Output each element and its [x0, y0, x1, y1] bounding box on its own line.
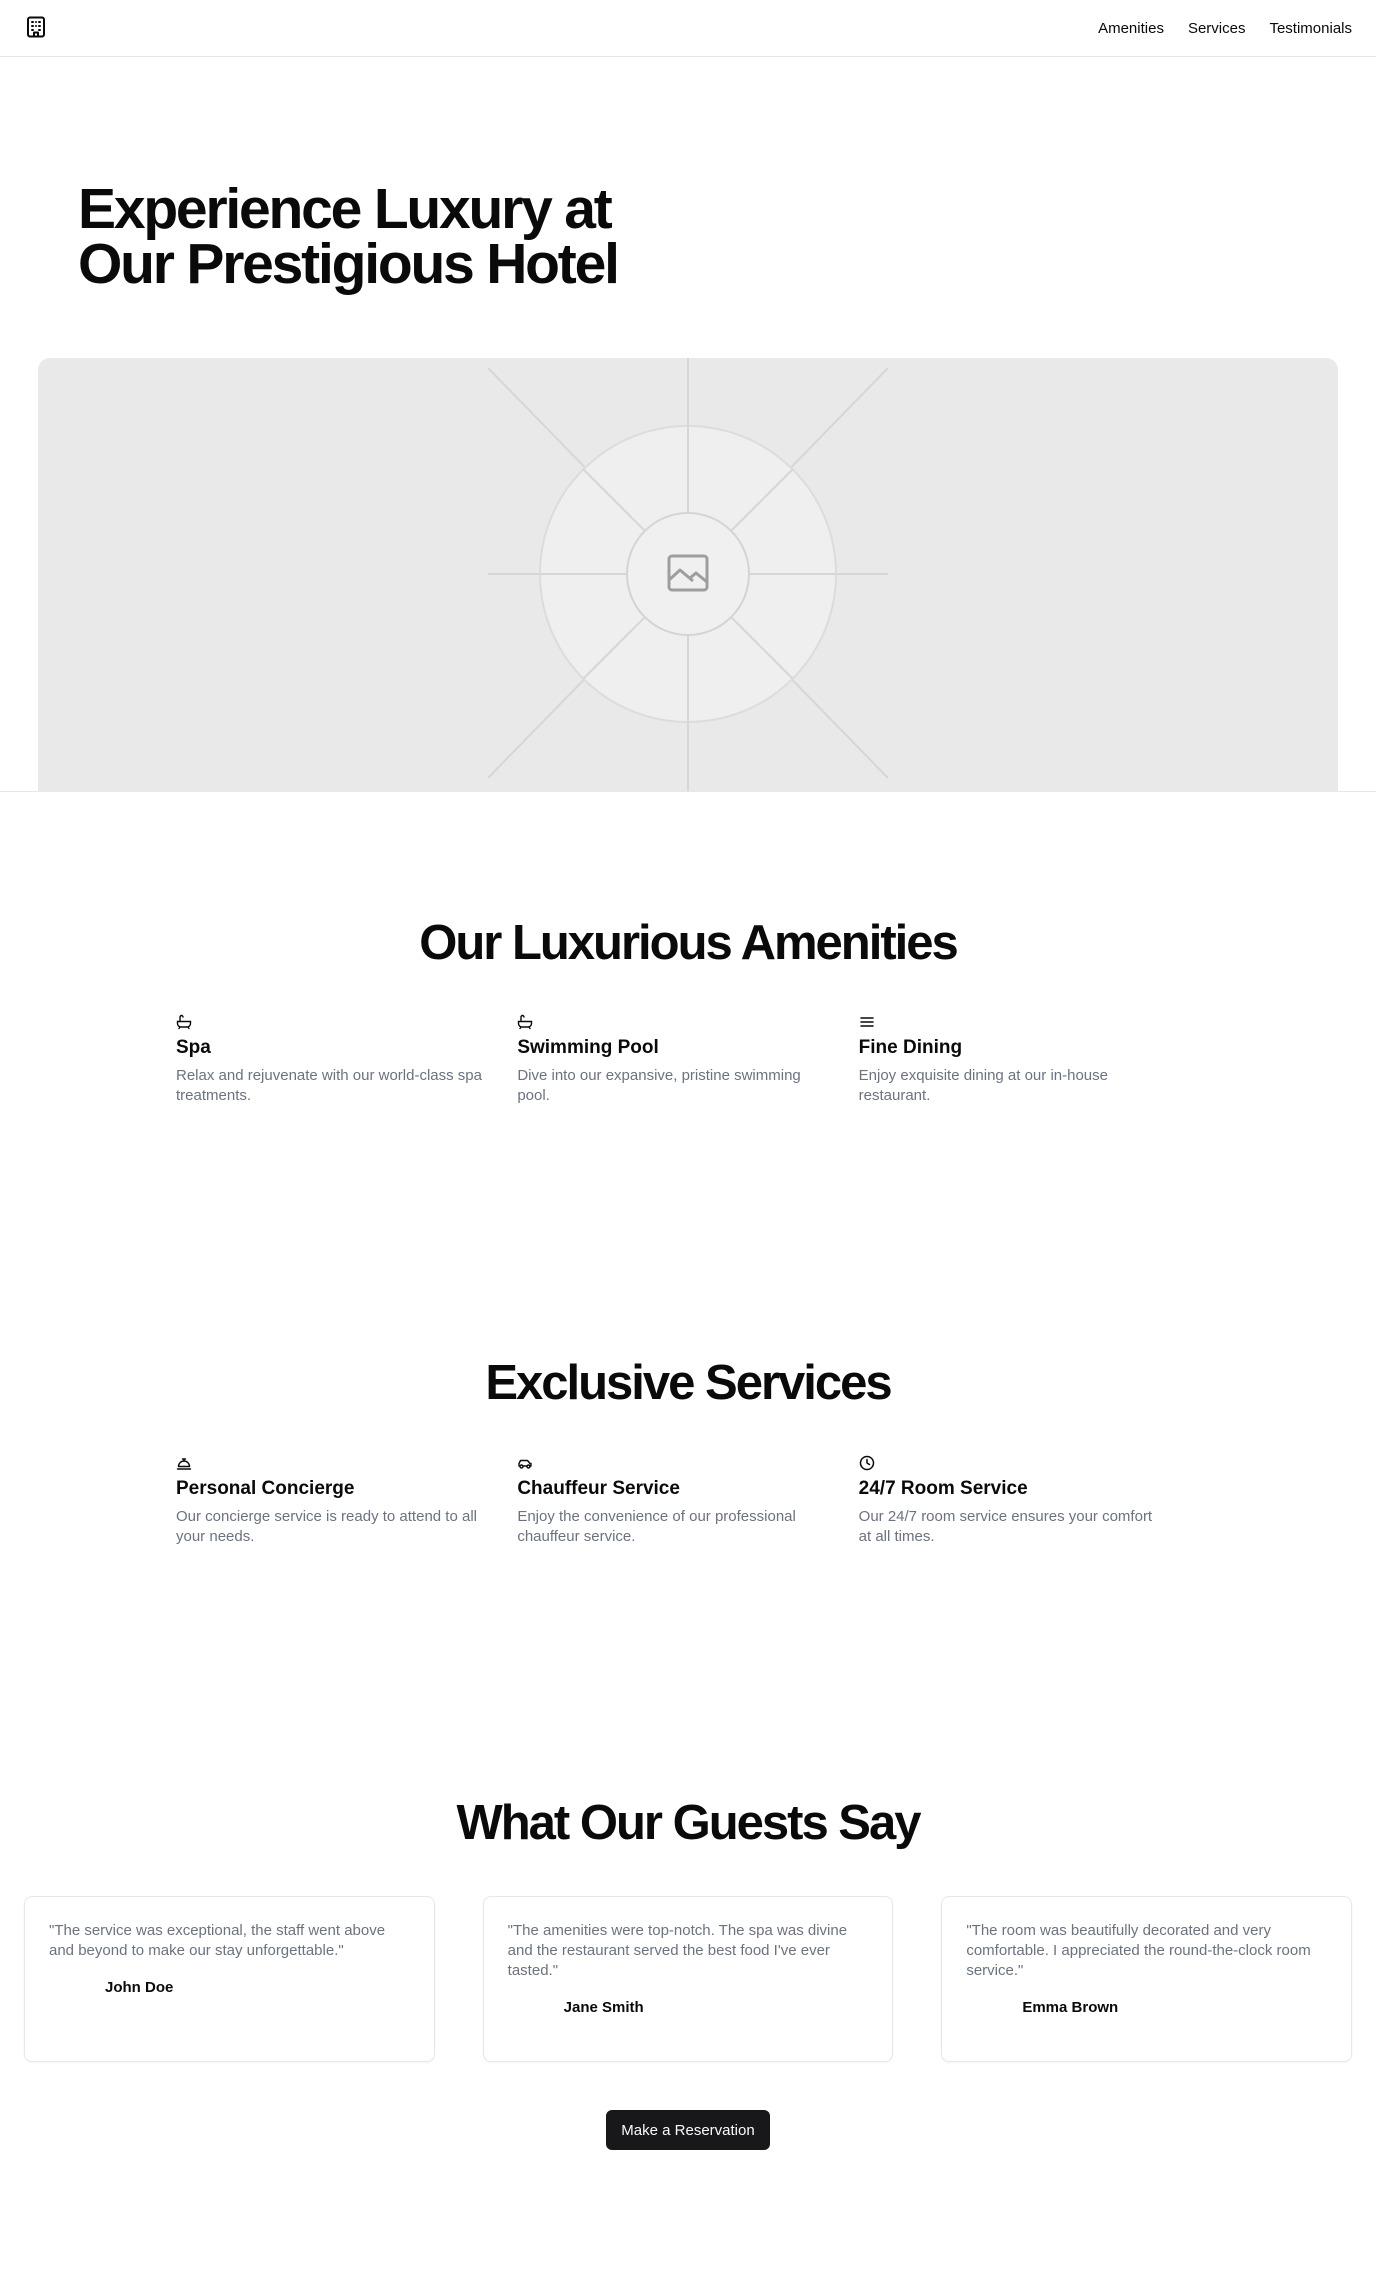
amenities-grid: Spa Relax and rejuvenate with our world-…	[176, 1014, 1200, 1106]
clock-icon	[859, 1455, 874, 1471]
make-reservation-button[interactable]: Make a Reservation	[606, 2110, 770, 2150]
testimonial-quote: "The service was exceptional, the staff …	[49, 1922, 386, 1959]
service-title: Chauffeur Service	[517, 1478, 680, 1499]
amenities-title: Our Luxurious Amenities	[419, 916, 959, 970]
bath-icon	[176, 1014, 192, 1030]
service-description: Our concierge service is ready to attend…	[176, 1508, 477, 1545]
service-description: Our 24/7 room service ensures your comfo…	[858, 1508, 1153, 1545]
image-placeholder-icon	[487, 358, 889, 792]
amenity-description: Relax and rejuvenate with our world-clas…	[176, 1067, 482, 1104]
testimonial-quote: "The amenities were top-notch. The spa w…	[507, 1922, 848, 1979]
amenity-description: Dive into our expansive, pristine swimmi…	[517, 1067, 801, 1104]
main-nav: Amenities Services Testimonials	[1098, 0, 1352, 56]
testimonial-author: John Doe	[105, 1979, 174, 1996]
amenity-title: Spa	[176, 1037, 211, 1058]
hotel-building-icon[interactable]	[24, 15, 48, 39]
service-title: 24/7 Room Service	[858, 1478, 1028, 1499]
car-icon	[518, 1459, 533, 1469]
service-title: Personal Concierge	[176, 1478, 355, 1499]
amenity-spa: Spa Relax and rejuvenate with our world-…	[176, 1014, 517, 1106]
testimonial-card: "The amenities were top-notch. The spa w…	[482, 1896, 894, 2062]
testimonials-list: "The service was exceptional, the staff …	[24, 1896, 1353, 2062]
site-header: Amenities Services Testimonials	[0, 0, 1376, 57]
testimonial-card: "The room was beautifully decorated and …	[941, 1896, 1353, 2062]
nav-testimonials-link[interactable]: Testimonials	[1269, 20, 1352, 37]
service-personal-concierge: Personal Concierge Our concierge service…	[176, 1455, 517, 1547]
hero-title: Experience Luxury at Our Prestigious Hot…	[78, 181, 778, 293]
amenity-swimming-pool: Swimming Pool Dive into our expansive, p…	[517, 1014, 858, 1106]
testimonial-author: Emma Brown	[1022, 1999, 1119, 2016]
amenity-fine-dining: Fine Dining Enjoy exquisite dining at ou…	[859, 1014, 1200, 1106]
nav-services-link[interactable]: Services	[1188, 20, 1246, 37]
testimonial-author: Jane Smith	[563, 1999, 644, 2016]
menu-icon	[859, 1017, 874, 1027]
concierge-bell-icon	[176, 1458, 192, 1470]
hero-image-placeholder	[38, 358, 1338, 792]
amenity-description: Enjoy exquisite dining at our in-house r…	[858, 1067, 1108, 1104]
hero-title-line-2: Our Prestigious Hotel	[78, 232, 620, 296]
service-description: Enjoy the convenience of our professiona…	[517, 1508, 796, 1545]
service-chauffeur: Chauffeur Service Enjoy the convenience …	[517, 1455, 858, 1547]
testimonial-quote: "The room was beautifully decorated and …	[966, 1922, 1311, 1979]
amenity-title: Fine Dining	[858, 1037, 963, 1058]
testimonials-title: What Our Guests Say	[456, 1796, 921, 1850]
nav-amenities-link[interactable]: Amenities	[1098, 20, 1164, 37]
amenity-title: Swimming Pool	[517, 1037, 659, 1058]
services-grid: Personal Concierge Our concierge service…	[176, 1455, 1200, 1547]
section-divider	[0, 791, 1376, 792]
services-title: Exclusive Services	[485, 1356, 892, 1410]
bath-icon	[518, 1014, 533, 1030]
service-room-service: 24/7 Room Service Our 24/7 room service …	[859, 1455, 1200, 1547]
testimonial-card: "The service was exceptional, the staff …	[24, 1896, 435, 2062]
